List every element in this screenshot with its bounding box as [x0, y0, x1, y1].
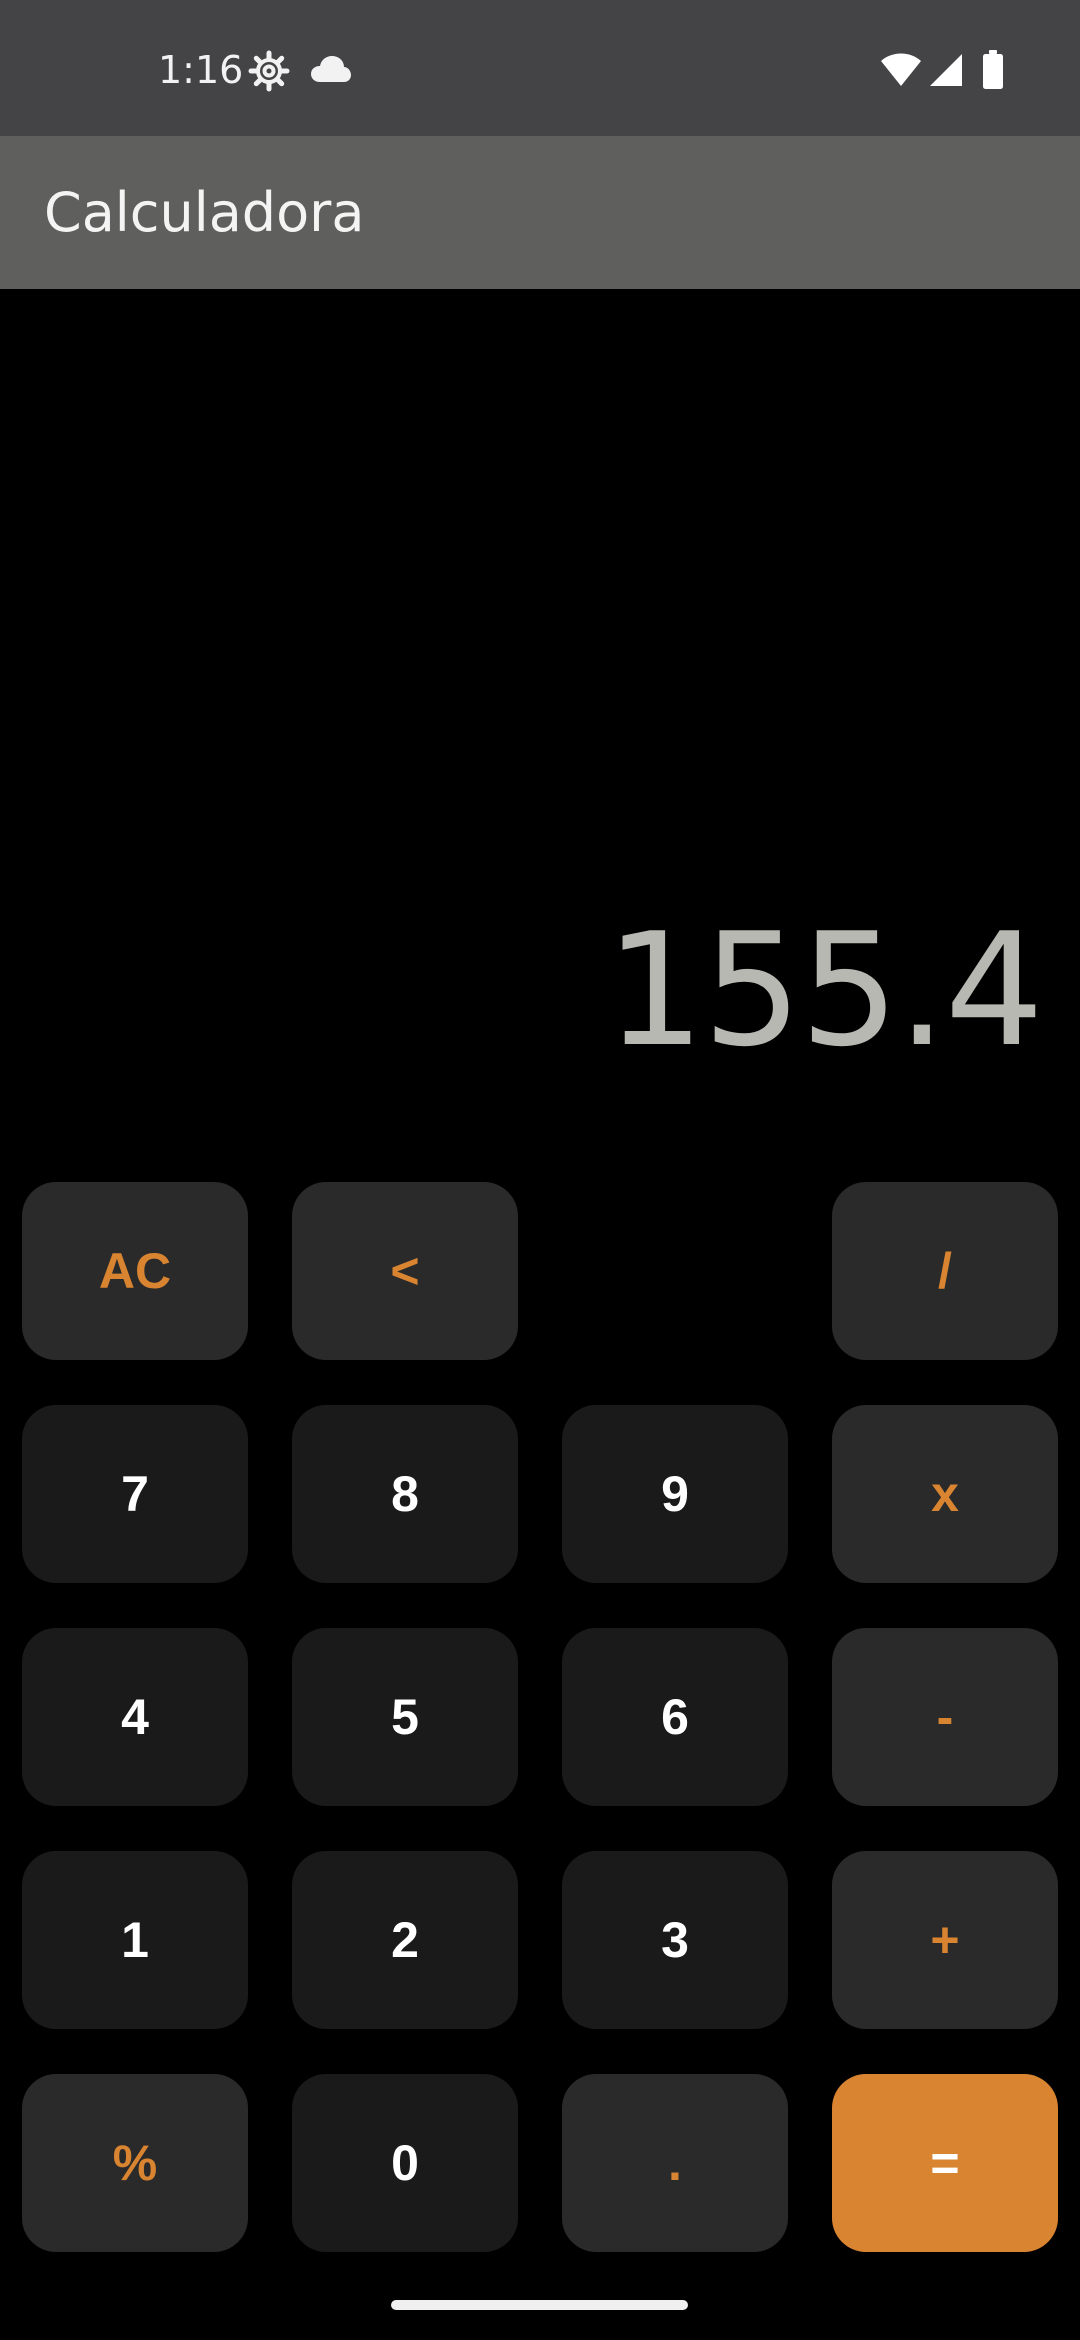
- digit-2-button[interactable]: 2: [292, 1851, 518, 2029]
- percent-button[interactable]: %: [22, 2074, 248, 2252]
- digit-4-button[interactable]: 4: [22, 1628, 248, 1806]
- cloud-icon: [310, 54, 352, 89]
- digit-5-button[interactable]: 5: [292, 1628, 518, 1806]
- subtract-button[interactable]: -: [832, 1628, 1058, 1806]
- app-bar: Calculadora: [0, 136, 1080, 289]
- digit-0-button[interactable]: 0: [292, 2074, 518, 2252]
- battery-icon: [982, 50, 1004, 95]
- digit-6-button[interactable]: 6: [562, 1628, 788, 1806]
- add-button[interactable]: +: [832, 1851, 1058, 2029]
- digit-8-button[interactable]: 8: [292, 1405, 518, 1583]
- status-time: 1:16: [158, 48, 244, 92]
- backspace-button[interactable]: <: [292, 1182, 518, 1360]
- clear-button[interactable]: AC: [22, 1182, 248, 1360]
- result-display: 155.4: [605, 899, 1044, 1081]
- status-bar: 1:16: [0, 0, 1080, 136]
- home-indicator[interactable]: [391, 2300, 688, 2310]
- divide-button[interactable]: /: [832, 1182, 1058, 1360]
- equals-button[interactable]: =: [832, 2074, 1058, 2252]
- app-title: Calculadora: [44, 181, 365, 244]
- cellular-signal-icon: [928, 53, 964, 92]
- digit-7-button[interactable]: 7: [22, 1405, 248, 1583]
- digit-9-button[interactable]: 9: [562, 1405, 788, 1583]
- digit-1-button[interactable]: 1: [22, 1851, 248, 2029]
- multiply-button[interactable]: x: [832, 1405, 1058, 1583]
- wifi-icon: [880, 52, 922, 93]
- settings-gear-icon: [248, 50, 290, 97]
- decimal-button[interactable]: .: [562, 2074, 788, 2252]
- digit-3-button[interactable]: 3: [562, 1851, 788, 2029]
